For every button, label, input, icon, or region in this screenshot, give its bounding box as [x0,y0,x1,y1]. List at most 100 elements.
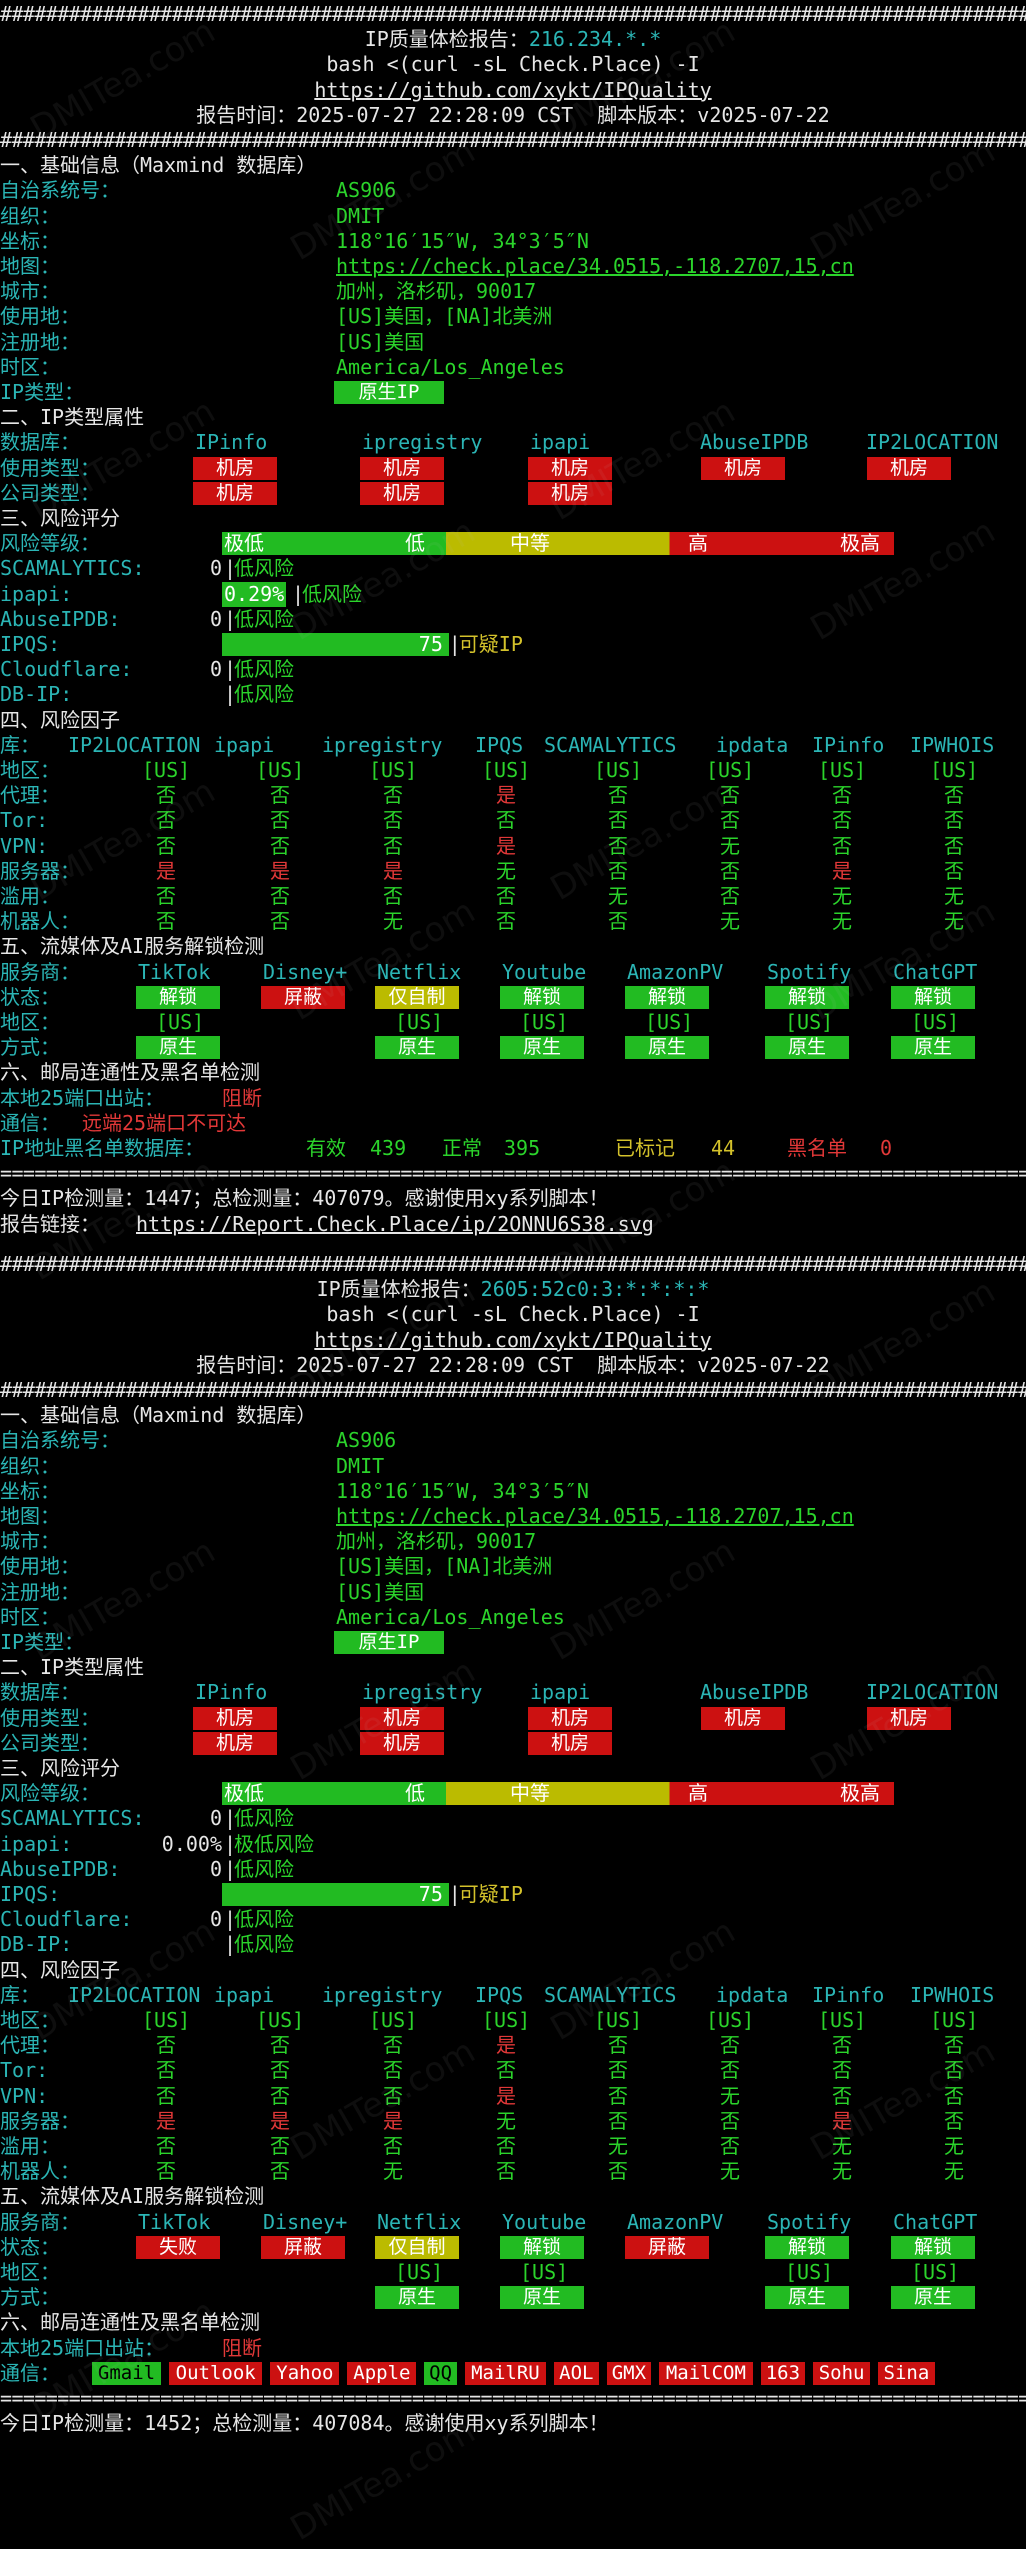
risk-score-verdict: 低风险 [234,556,294,581]
factor-column-name: SCAMALYTICS [544,732,677,757]
report-link[interactable]: https://Report.Check.Place/ip/2ONNU6S38.… [136,1212,654,1237]
factor-row: 地区： [US] [US] [US] [US] [US] [US] [US] [US] [0,2008,1026,2033]
basic-info-value: 加州，洛杉矶，90017 [336,1529,537,1554]
section-ip-type: 二、IP类型属性 [0,1655,1026,1680]
risk-score-value: 0 [209,657,222,682]
risk-score-row: Cloudflare: 0 | 低风险 [0,1907,1026,1932]
basic-info-key: 组织： [0,1453,60,1478]
database-name: ipregistry [362,1680,483,1705]
port25-row: 本地25端口出站： 阻断 [0,1086,1026,1111]
factor-value: 否 [156,909,176,934]
factor-value: 否 [496,884,516,908]
basic-info-row: 地图： https://check.place/34.0515,-118.2707… [0,1504,1026,1529]
service-region-value: [US] [156,1010,205,1034]
basic-info-row: 坐标： 118°16′15″W, 34°3′5″N [0,229,1026,254]
service-name: AmazonPV [627,2209,724,2234]
risk-score-verdict: 低风险 [234,1932,294,1957]
risk-score-bar [222,1883,449,1906]
title-label: IP质量体检报告： [316,1277,481,1302]
service-mode-badge: 原生 [375,2286,459,2310]
factor-value: 否 [270,2083,290,2108]
risk-score-source: ipapi: [0,581,73,606]
factor-value: 否 [156,2134,176,2158]
factor-value: 否 [944,833,964,858]
factor-value: 否 [832,808,852,833]
factor-value: [US] [256,758,305,782]
factor-value: 否 [944,2108,964,2133]
factor-value: 否 [608,858,628,883]
factor-value: [US] [706,758,755,782]
ip-type-badge: 原生IP [334,1631,444,1654]
factor-value: 否 [383,2083,403,2108]
section-risk-score: 三、风险评分 [0,1756,1026,1781]
map-link[interactable]: https://check.place/34.0515,-118.2707,15… [336,1504,854,1529]
basic-info-value: [US]美国，[NA]北美洲 [336,1554,553,1579]
map-link[interactable]: https://check.place/34.0515,-118.2707,15… [336,254,854,279]
factor-value: 否 [156,884,176,908]
factor-value: 是 [496,2083,516,2108]
basic-info-key: 时区： [0,354,60,379]
report-time: 报告时间：2025-07-27 22:28:09 CST 脚本版本：v2025-… [196,102,830,127]
mail-provider-badge: Yahoo [270,2361,340,2385]
service-mode-badge: 原生 [891,2286,975,2310]
risk-level-label: 极高 [840,531,880,556]
factor-row: 机器人： 否 否 无 否 否 无 无 无 [0,909,1026,934]
risk-score-row: SCAMALYTICS: 0 | 低风险 [0,1806,1026,1831]
factor-value: 无 [720,2083,740,2108]
risk-level-label: 极低 [224,1781,264,1806]
factor-value: 否 [944,2058,964,2083]
database-key: 数据库： [0,1680,80,1705]
risk-score-value: 0 [209,1907,222,1932]
company-type-row: 公司类型： 机房 机房 机房 [0,481,1026,506]
mail-comm-key: 通信： [0,2360,60,2385]
factor-column-name: ipapi [214,732,275,757]
factor-value: 否 [383,808,403,833]
service-name: Netflix [377,2209,462,2234]
risk-score-verdict: 可疑IP [458,1882,523,1906]
usage-type-row: 使用类型： 机房 机房 机房 机房 机房 [0,1706,1026,1731]
risk-level-bar [222,532,894,556]
risk-score-value: 0 [209,1806,222,1831]
section-heading: 六、邮局连通性及黑名单检测 [0,2310,260,2335]
factor-value: 是 [832,2108,852,2133]
database-name: IPinfo [195,430,268,455]
factor-value: 否 [832,2058,852,2083]
factor-key: VPN: [0,833,49,858]
repo-link[interactable]: https://github.com/xykt/IPQuality [314,1328,711,1352]
service-status-badge: 解锁 [500,2235,584,2259]
factor-value: 否 [608,808,628,833]
repo-link[interactable]: https://github.com/xykt/IPQuality [314,78,711,102]
service-status-row: 状态： 解锁 屏蔽 仅自制 解锁 解锁 解锁 解锁 [0,985,1026,1010]
basic-info-value: [US]美国 [336,1579,425,1604]
service-status-row: 状态： 失败 屏蔽 仅自制 解锁 屏蔽 解锁 解锁 [0,2235,1026,2260]
factor-row: 滥用： 否 否 否 否 无 否 无 无 [0,884,1026,909]
title-label: IP质量体检报告： [364,27,529,52]
factor-value: 无 [608,2134,628,2158]
risk-score-row: IPQS: 75 | 可疑IP [0,1882,1026,1907]
eq-line: ========================================… [0,2386,1026,2410]
company-type-badge: 机房 [528,481,612,505]
risk-score-source: DB-IP: [0,682,73,707]
risk-score-source: IPQS: [0,632,61,656]
section-mail: 六、邮局连通性及黑名单检测 [0,1060,1026,1085]
factor-value: 无 [720,833,740,858]
factor-row: 代理： 否 否 否 是 否 否 否 否 [0,783,1026,808]
basic-info-row: 注册地： [US]美国 [0,1580,1026,1605]
port25-key: 本地25端口出站： [0,2335,165,2360]
risk-score-verdict: 低风险 [234,1806,294,1831]
usage-type-badge: 机房 [360,456,444,480]
section-risk-factor: 四、风险因子 [0,708,1026,733]
basic-info-value: DMIT [336,203,385,228]
service-region-value: [US] [395,2260,444,2284]
section-heading: 三、风险评分 [0,506,120,530]
mail-comm-value: 远端25端口不可达 [82,1110,247,1135]
risk-score-row: Cloudflare: 0 | 低风险 [0,657,1026,682]
service-header-row: 服务商： TikTok Disney+ Netflix Youtube AmazonPV S… [0,2210,1026,2235]
section-streaming: 五、流媒体及AI服务解锁检测 [0,934,1026,959]
factor-column-name: IPWHOIS [910,1982,995,2007]
factor-value: 否 [270,884,290,908]
company-type-row: 公司类型： 机房 机房 机房 [0,1731,1026,1756]
factor-column-name: ipregistry [322,1982,443,2007]
risk-level-label: 中等 [510,531,550,556]
basic-info-key: 自治系统号： [0,178,120,203]
